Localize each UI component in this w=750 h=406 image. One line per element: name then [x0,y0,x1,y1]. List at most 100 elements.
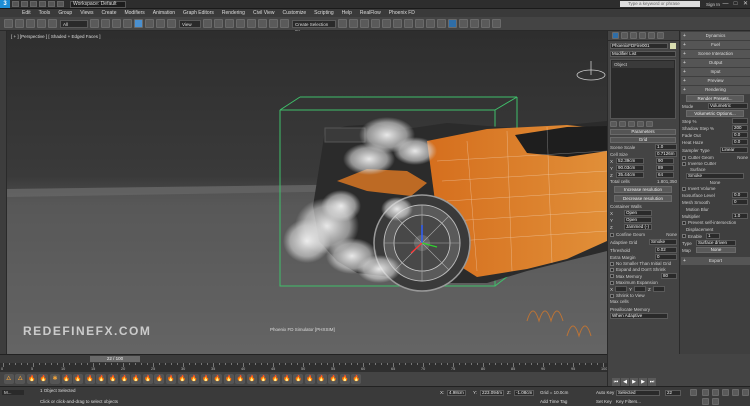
signin-link[interactable]: Sign In [706,2,720,7]
named-selection-dropdown[interactable]: Create Selection Se [292,19,336,34]
invert-volume-checkbox[interactable] [682,186,686,191]
menu-item-group[interactable]: Group [58,10,72,16]
decrease-resolution-button[interactable]: Decrease resolution [614,195,672,202]
motion-tab-icon[interactable] [639,32,646,39]
z-coord-field[interactable]: -1.08cm [514,390,535,396]
threshold-field[interactable]: 0.02 [655,247,677,253]
expansion-z-field[interactable] [652,286,665,292]
phoenix-tool-2-icon[interactable]: 🜂 [15,374,26,384]
modify-tab-icon[interactable] [621,32,628,39]
size-y-meters-field[interactable]: 90.03cm [616,165,644,171]
expand-dont-shrink-option[interactable]: Expand and Don't Shrink [610,267,677,272]
phoenix-tool-14-icon[interactable]: 🔥 [154,374,165,384]
multiplier-field[interactable]: 1.0 [732,213,748,219]
mode-dropdown[interactable]: Volumetric [708,103,748,109]
rollout-rendering[interactable]: Rendering [681,86,750,94]
zoom-icon[interactable] [702,389,709,396]
save-file-icon[interactable] [30,1,37,7]
rollout-preview[interactable]: Preview [681,77,750,85]
pan-icon[interactable] [732,389,739,396]
phoenix-tool-1-icon[interactable]: 🜂 [3,374,14,384]
cutter-geom-checkbox[interactable] [682,155,686,160]
app-logo-icon[interactable]: 3 [0,0,10,8]
phoenix-tool-6-icon[interactable]: 🔥 [61,374,72,384]
a360-icon[interactable] [470,19,479,28]
phoenix-tool-17-icon[interactable]: 🔥 [189,374,200,384]
phoenix-tool-24-icon[interactable]: 🔥 [270,374,281,384]
zoom-all-icon[interactable] [712,389,719,396]
phoenix-tool-18-icon[interactable]: 🔥 [200,374,211,384]
display-tab-icon[interactable] [648,32,655,39]
redo-tool-icon[interactable] [15,19,24,28]
prevent-self-checkbox[interactable] [682,220,686,225]
time-config-icon[interactable] [690,389,697,396]
undo-tool-icon[interactable] [4,19,13,28]
rollout-grid[interactable]: Grid [610,137,676,143]
align-icon[interactable] [349,19,358,28]
window-crossing-icon[interactable] [123,19,132,28]
menu-item-animation[interactable]: Animation [153,10,175,16]
phoenix-tool-26-icon[interactable]: 🔥 [293,374,304,384]
perspective-viewport[interactable]: [ + ] [Perspective ] [ Shaded + Edged Fa… [7,31,607,354]
hierarchy-tab-icon[interactable] [630,32,637,39]
rollout-fuel[interactable]: Fuel [681,41,750,49]
increase-resolution-button[interactable]: Increase resolution [614,186,672,193]
max-memory-checkbox[interactable] [610,274,614,279]
phoenix-tool-19-icon[interactable]: 🔥 [212,374,223,384]
workspace-dropdown[interactable]: Workspace: Default [70,0,126,8]
max-expansion-checkbox[interactable] [610,280,614,285]
render-production-icon[interactable] [448,19,457,28]
menu-item-civil-view[interactable]: Civil View [253,10,275,16]
pin-stack-icon[interactable] [610,121,617,127]
close-button[interactable]: ✕ [741,1,750,8]
map-button[interactable]: None [696,247,736,253]
toggle-scene-explorer-icon[interactable] [360,19,369,28]
fade-out-field[interactable]: 0.0 [732,132,748,138]
phoenix-tool-23-icon[interactable]: 🔥 [258,374,269,384]
expansion-x-field[interactable] [615,286,628,292]
y-coord-field[interactable]: 223.094m [480,390,505,396]
menu-item-modifiers[interactable]: Modifiers [124,10,144,16]
schematic-view-icon[interactable] [404,19,413,28]
extra-margin-field[interactable]: 0 [655,254,677,260]
pivot-center-icon[interactable] [203,19,212,28]
select-object-icon[interactable] [90,19,99,28]
time-slider[interactable]: 22 / 100 [90,356,140,362]
keyboard-shortcut-icon[interactable] [225,19,234,28]
phoenix-tool-31-icon[interactable]: 🔥 [351,374,362,384]
rollout-scene-interaction[interactable]: Scene Interaction [681,50,750,58]
new-file-icon[interactable] [12,1,19,7]
size-z-cells-field[interactable]: 64 [656,172,674,178]
cutter-geom-option[interactable]: Cutter Geom [682,155,714,160]
zoom-extents-icon[interactable] [722,389,729,396]
menu-item-rendering[interactable]: Rendering [222,10,245,16]
curve-editor-icon[interactable] [393,19,402,28]
rollout-export[interactable]: Export [681,257,750,265]
link-icon[interactable] [26,19,35,28]
step-field[interactable] [732,118,748,124]
spinner-snap-icon[interactable] [269,19,278,28]
show-end-result-icon[interactable] [619,121,626,127]
vray-icon[interactable] [481,19,490,28]
expand-checkbox[interactable] [610,267,614,272]
enable-checkbox[interactable] [682,234,686,239]
menu-item-scripting[interactable]: Scripting [314,10,333,16]
stack-item-object[interactable]: Object [612,61,674,68]
configure-sets-icon[interactable] [646,121,653,127]
maximize-viewport-icon[interactable] [712,398,719,405]
menu-item-graph-editors[interactable]: Graph Editors [183,10,214,16]
isosurface-field[interactable]: 0.0 [732,192,748,198]
size-x-cells-field[interactable]: 90 [656,158,674,164]
phoenix-tool-3-icon[interactable]: 🔥 [26,374,37,384]
unlink-icon[interactable] [37,19,46,28]
utilities-tab-icon[interactable] [657,32,664,39]
search-input[interactable]: Type a keyword or phrase [619,1,700,7]
phoenix-tool-20-icon[interactable]: 🔥 [223,374,234,384]
wall-z-dropdown[interactable]: Jammed (-) [624,224,652,230]
create-tab-icon[interactable] [612,32,619,39]
phoenix-tool-13-icon[interactable]: 🔥 [142,374,153,384]
inverse-cutter-checkbox[interactable] [682,161,686,166]
remove-modifier-icon[interactable] [637,121,644,127]
bind-space-warp-icon[interactable] [48,19,57,28]
phoenix-tool-25-icon[interactable]: 🔥 [281,374,292,384]
